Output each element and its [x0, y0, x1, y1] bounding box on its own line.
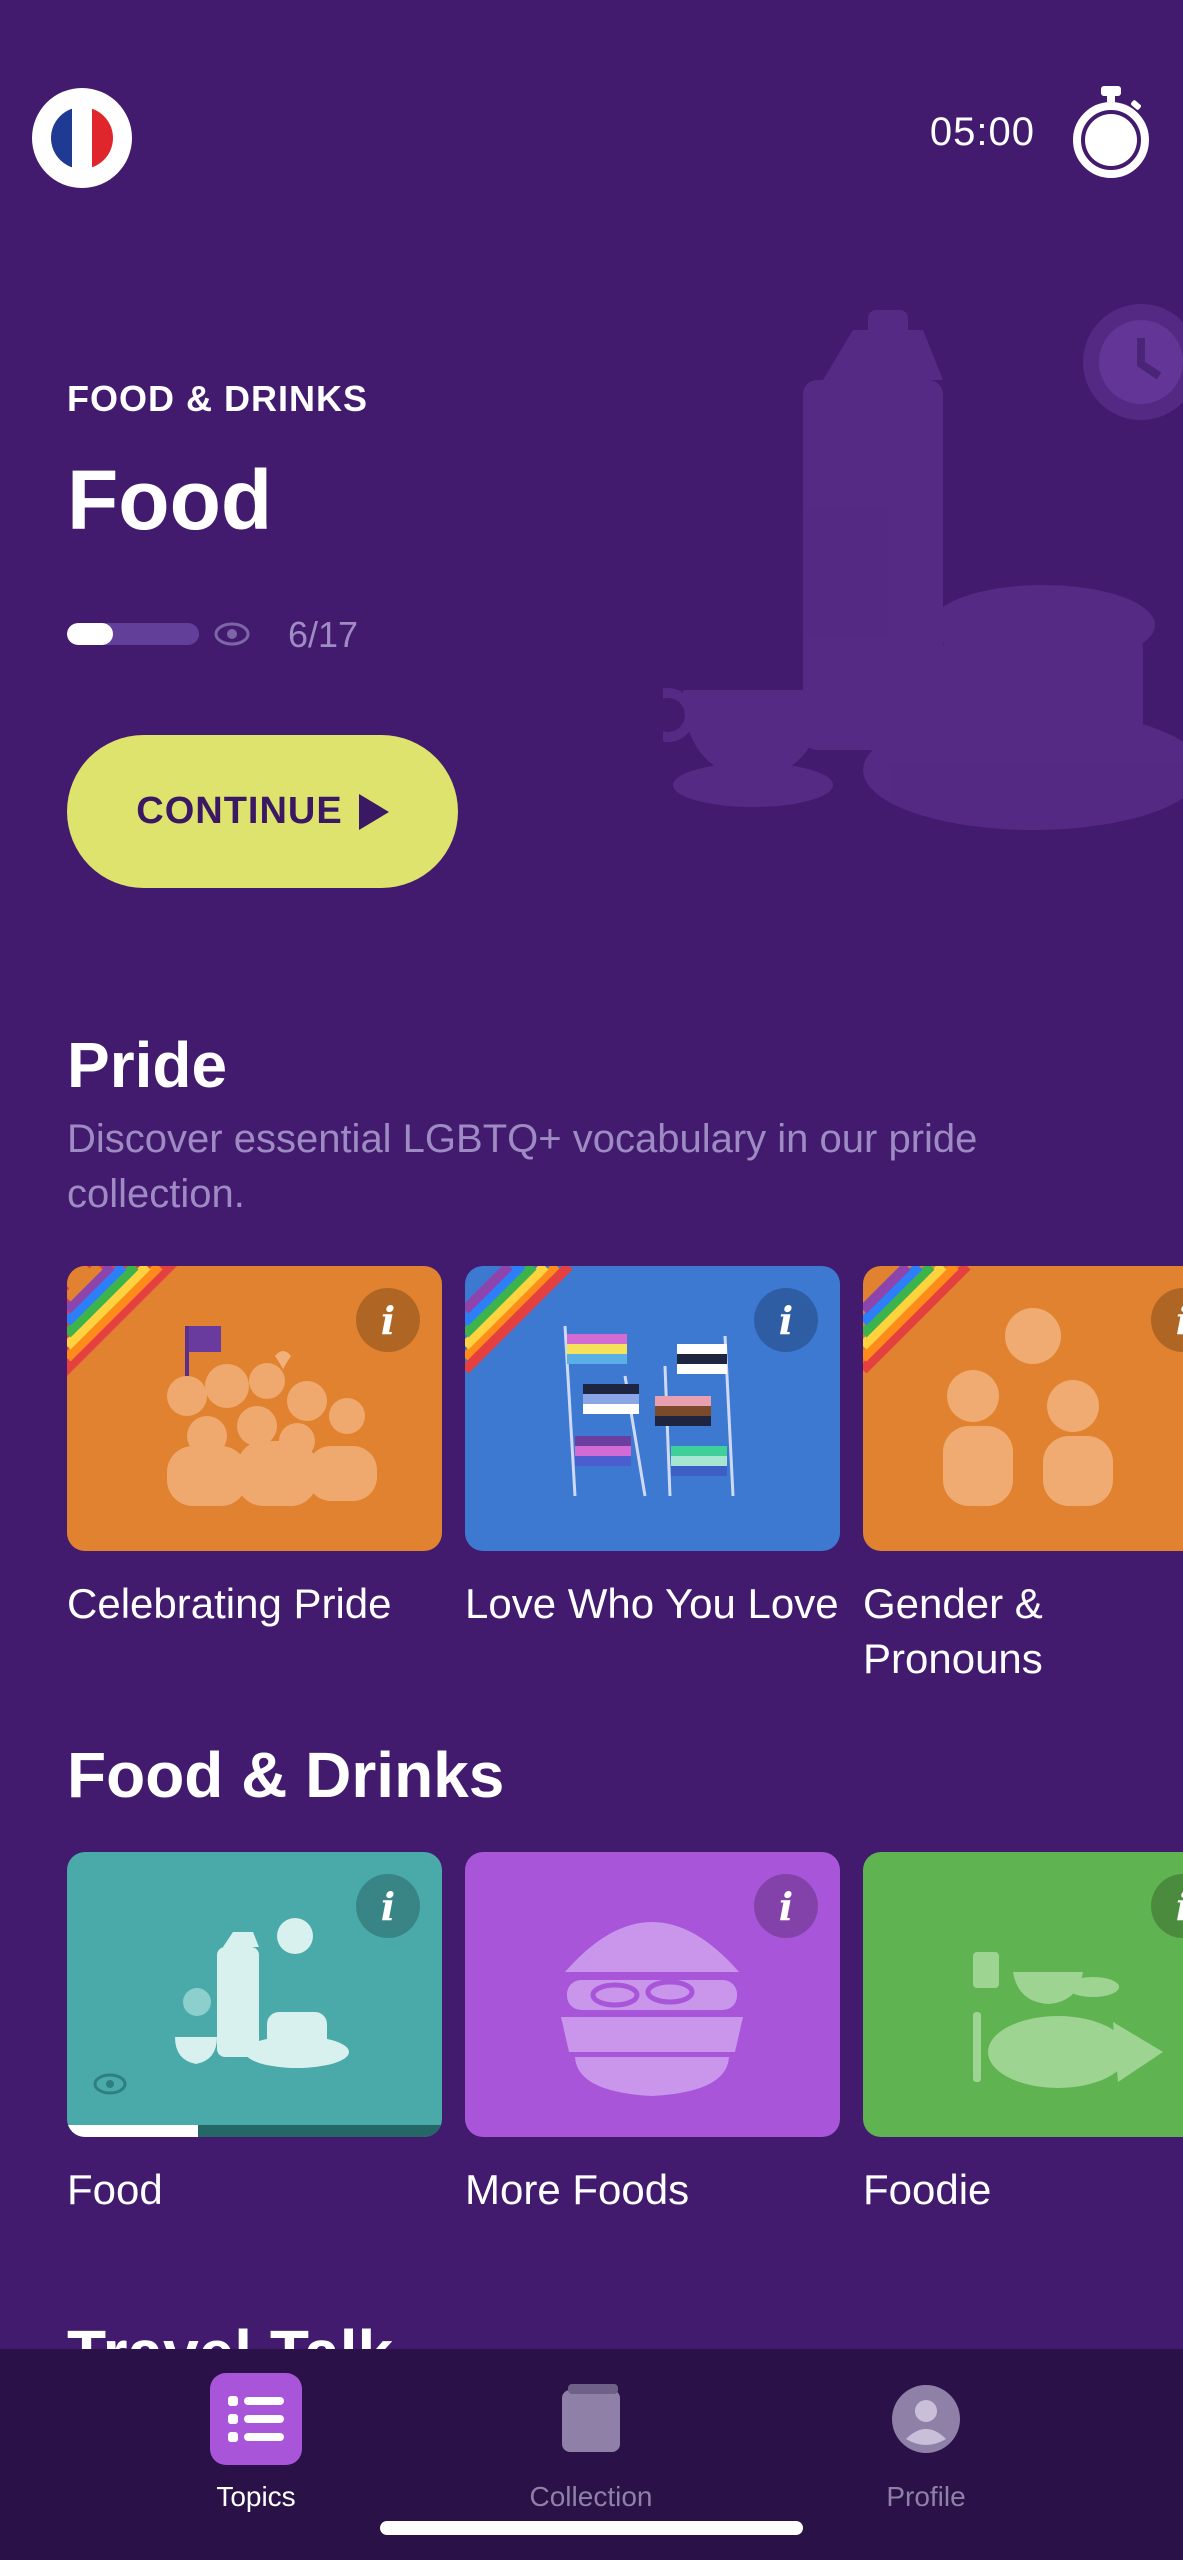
card-label: Gender & Pronouns	[863, 1580, 1043, 1682]
card-love-who-you-love[interactable]: i	[465, 1266, 840, 1551]
category-label: FOOD & DRINKS	[67, 378, 368, 419]
france-flag-icon	[51, 107, 113, 169]
session-timer: 05:00	[929, 110, 1035, 154]
card-food[interactable]: i	[67, 1852, 442, 2137]
nav-item-profile[interactable]: Profile	[796, 2349, 1056, 2513]
nav-item-collection[interactable]: Collection	[461, 2349, 721, 2513]
nav-item-topics[interactable]: Topics	[126, 2349, 386, 2513]
topic-progress-bar	[67, 623, 199, 645]
book-icon	[545, 2373, 637, 2465]
nav-label-collection: Collection	[529, 2481, 653, 2512]
topic-title: Food	[67, 453, 273, 547]
play-icon	[358, 793, 389, 830]
continue-button[interactable]: CONTINUE	[67, 735, 458, 888]
profile-icon	[880, 2373, 972, 2465]
rainbow-corner-icon	[67, 1266, 177, 1376]
card-progress-fill	[67, 2125, 199, 2137]
section-title-food-drinks: Food & Drinks	[67, 1739, 505, 1811]
card-foodie[interactable]: i	[863, 1852, 1183, 2137]
card-gender-pronouns[interactable]: i	[863, 1266, 1183, 1551]
rainbow-corner-icon	[465, 1266, 573, 1374]
nav-label-topics: Topics	[216, 2481, 296, 2512]
card-label: Food	[67, 2166, 163, 2213]
section-title-pride: Pride	[67, 1029, 228, 1101]
card-label: Celebrating Pride	[67, 1580, 392, 1627]
card-more-foods[interactable]: i	[465, 1852, 840, 2137]
nav-label-profile: Profile	[886, 2481, 966, 2512]
foodie-illustration	[973, 1952, 1163, 2088]
list-icon	[210, 2373, 302, 2465]
topic-progress-fill	[67, 623, 114, 645]
section-description-pride: Discover essential LGBTQ+ vocabulary in …	[67, 1117, 978, 1216]
eye-icon	[214, 622, 250, 646]
language-flag-button[interactable]	[32, 88, 132, 188]
info-button[interactable]: i	[754, 1288, 818, 1352]
info-button[interactable]: i	[754, 1874, 818, 1938]
card-label: Love Who You Love	[465, 1580, 839, 1627]
home-indicator	[380, 2521, 803, 2535]
rainbow-corner-icon	[863, 1266, 971, 1374]
card-label: More Foods	[465, 2166, 690, 2213]
info-button[interactable]: i	[356, 1874, 420, 1938]
food-illustration	[663, 304, 1183, 830]
stopwatch-icon[interactable]	[1069, 84, 1153, 180]
topic-progress-text: 6/17	[288, 614, 359, 655]
continue-label: CONTINUE	[136, 790, 343, 832]
info-button[interactable]: i	[356, 1288, 420, 1352]
card-label: Foodie	[863, 2166, 992, 2213]
card-celebrating-pride[interactable]: i	[67, 1266, 442, 1551]
